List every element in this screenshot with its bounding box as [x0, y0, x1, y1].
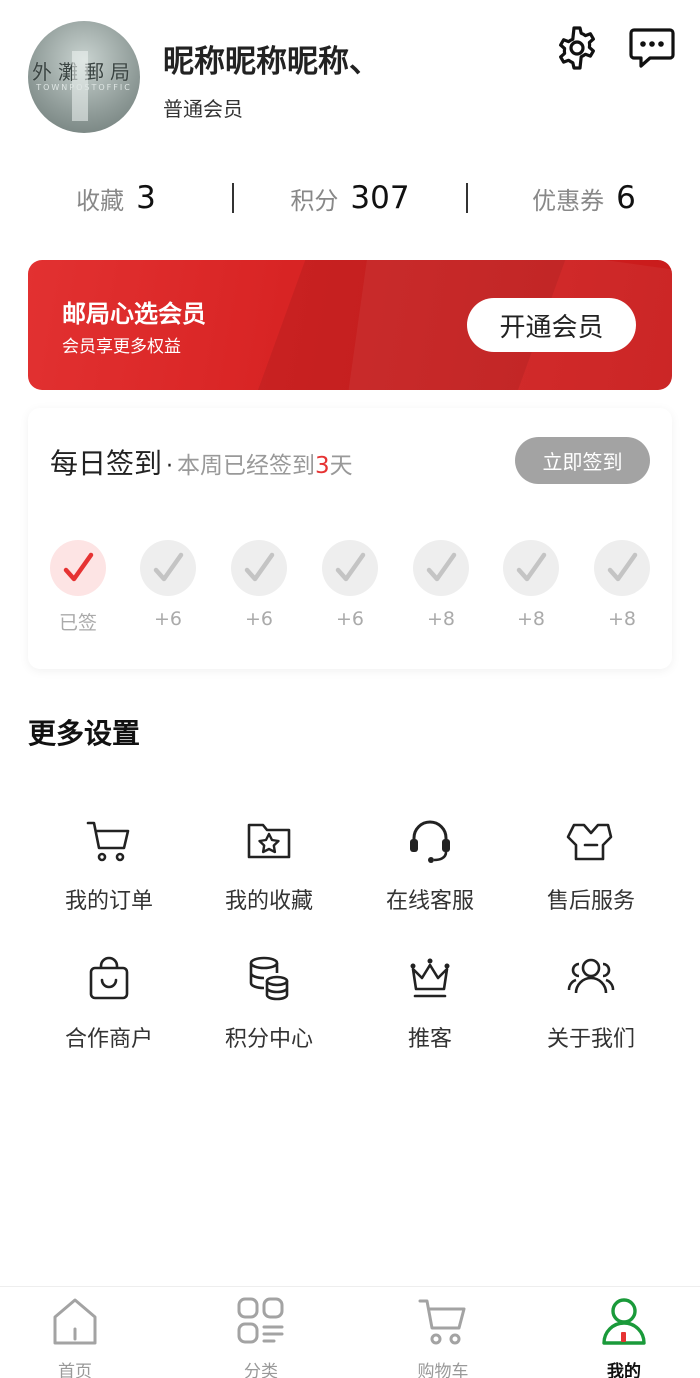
checkin-day-7: +8 [594, 540, 650, 630]
checkin-day-label: +8 [516, 608, 545, 630]
daily-checkin-card: 每日签到 · 本周已经签到3天 立即签到 已签 +6 +6 +6 +8 +8 +… [28, 408, 672, 669]
checkin-day-label: +6 [153, 608, 182, 630]
checkin-day-2: +6 [140, 540, 196, 630]
chat-bubble-icon [629, 28, 675, 68]
tab-cart[interactable]: 购物车 [393, 1295, 493, 1378]
home-icon [53, 1298, 97, 1345]
menu-label: 关于我们 [546, 1027, 635, 1052]
check-icon [516, 552, 547, 582]
checkin-title: 每日签到 [50, 447, 163, 480]
avatar-sub-text: TOWNPOSTOFFIC [36, 83, 132, 92]
checkin-status-suffix: 天 [329, 453, 353, 479]
tab-label: 分类 [244, 1362, 278, 1378]
tab-profile[interactable]: 我的 [574, 1295, 674, 1378]
checkin-status-prefix: 本周已经签到 [177, 453, 316, 479]
menu-about-us[interactable]: 关于我们 [511, 953, 671, 1053]
tab-category[interactable]: 分类 [211, 1295, 311, 1378]
checkin-day-label: 已签 [58, 612, 97, 634]
stat-value: 6 [616, 180, 636, 216]
category-icon [237, 1297, 284, 1344]
menu-after-sales[interactable]: 售后服务 [511, 815, 671, 915]
tab-label: 首页 [58, 1362, 92, 1378]
tab-label: 我的 [607, 1362, 641, 1378]
more-settings-title: 更多设置 [28, 717, 141, 750]
check-icon [244, 552, 275, 582]
tab-home[interactable]: 首页 [25, 1295, 125, 1378]
checkin-day-circle [231, 540, 287, 596]
checkin-days-count: 3 [315, 453, 330, 479]
checkin-day-label: +6 [335, 608, 364, 630]
tab-label: 购物车 [417, 1362, 469, 1378]
check-icon [426, 552, 457, 582]
menu-online-service[interactable]: 在线客服 [350, 815, 510, 915]
check-icon [335, 552, 366, 582]
menu-promoter[interactable]: 推客 [350, 953, 510, 1053]
cart-icon [418, 1299, 466, 1345]
coins-icon [249, 956, 289, 1001]
checkin-day-circle [322, 540, 378, 596]
stat-label: 优惠券 [532, 186, 605, 215]
menu-my-orders[interactable]: 我的订单 [29, 815, 189, 915]
menu-label: 合作商户 [64, 1027, 153, 1052]
bottom-tab-bar: 首页 分类 购物车 我的 [0, 1286, 700, 1378]
checkin-day-circle [50, 540, 106, 596]
separator-dot: · [166, 454, 174, 479]
checkin-status: 本周已经签到3天 [177, 453, 353, 479]
messages-button[interactable] [628, 26, 676, 70]
menu-my-favorites[interactable]: 我的收藏 [189, 815, 349, 915]
stat-points[interactable]: 积分 307 [234, 180, 466, 216]
check-icon [607, 552, 638, 582]
vip-banner[interactable]: 邮局心选会员 会员享更多权益 开通会员 [28, 260, 672, 390]
menu-label: 我的订单 [64, 889, 153, 914]
stat-label: 收藏 [76, 186, 125, 215]
after-sales-icon [566, 823, 613, 861]
stat-value: 307 [350, 180, 410, 216]
star-folder-icon [247, 823, 291, 859]
checkin-day-circle [503, 540, 559, 596]
checkin-day-circle [594, 540, 650, 596]
vip-subtitle: 会员享更多权益 [62, 337, 181, 357]
menu-points-center[interactable]: 积分中心 [189, 953, 349, 1053]
shopping-bag-icon [89, 956, 129, 1000]
checkin-day-label: +8 [607, 608, 636, 630]
stats-bar: 收藏 3 积分 307 优惠券 6 [0, 170, 700, 226]
menu-label: 在线客服 [385, 889, 474, 914]
menu-label: 我的收藏 [224, 889, 313, 914]
checkin-heading: 每日签到 · 本周已经签到3天 [50, 442, 353, 482]
checkin-now-button[interactable]: 立即签到 [515, 437, 650, 484]
stat-coupons[interactable]: 优惠券 6 [468, 180, 700, 216]
open-membership-button[interactable]: 开通会员 [467, 298, 636, 352]
member-level: 普通会员 [163, 97, 243, 121]
check-icon [153, 552, 184, 582]
profile-icon [602, 1298, 646, 1345]
checkin-day-5: +8 [413, 540, 469, 630]
users-icon [567, 958, 615, 994]
checkin-day-1: 已签 [50, 540, 106, 635]
menu-label: 积分中心 [224, 1027, 313, 1052]
settings-button[interactable] [553, 24, 601, 72]
menu-label: 推客 [407, 1027, 452, 1052]
vip-title: 邮局心选会员 [62, 300, 206, 328]
headset-icon [410, 820, 450, 863]
stat-value: 3 [136, 180, 156, 216]
check-icon [63, 552, 94, 582]
checkin-day-circle [140, 540, 196, 596]
checkin-day-3: +6 [231, 540, 287, 630]
gear-icon [559, 26, 595, 70]
checkin-day-4: +6 [322, 540, 378, 630]
menu-label: 售后服务 [546, 889, 635, 914]
stat-favorites[interactable]: 收藏 3 [0, 180, 232, 216]
checkin-day-label: +8 [426, 608, 455, 630]
checkin-day-circle [413, 540, 469, 596]
crown-icon [410, 958, 450, 998]
cart-icon [86, 821, 130, 862]
menu-partner-merchants[interactable]: 合作商户 [29, 953, 189, 1053]
avatar[interactable]: 外灘郵局 TOWNPOSTOFFIC [28, 21, 140, 133]
checkin-day-label: +6 [244, 608, 273, 630]
nickname: 昵称昵称昵称、 [163, 44, 380, 80]
stat-label: 积分 [290, 186, 339, 215]
checkin-day-6: +8 [503, 540, 559, 630]
